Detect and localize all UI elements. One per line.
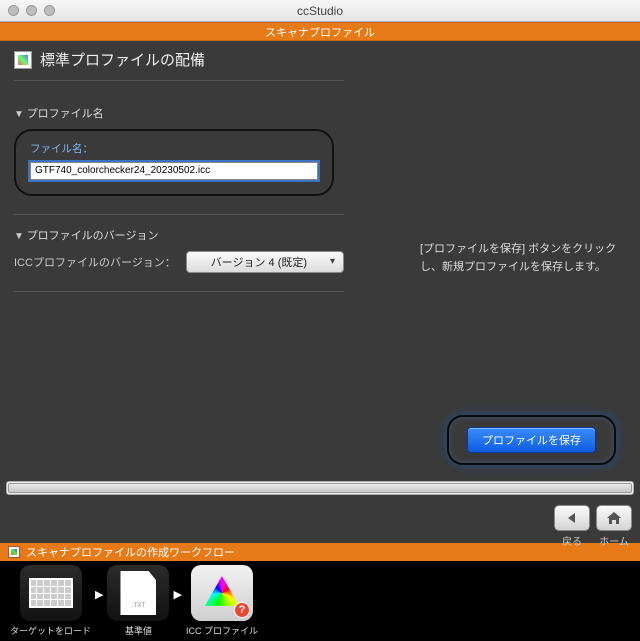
profile-name-group: ファイル名： xyxy=(14,129,334,196)
profile-name-section-header[interactable]: プロファイル名 xyxy=(14,105,344,121)
close-window-button[interactable] xyxy=(8,5,19,16)
zoom-window-button[interactable] xyxy=(44,5,55,16)
scrollbar-thumb[interactable] xyxy=(8,483,632,493)
section-banner: スキャナプロファイル xyxy=(0,22,640,41)
window-titlebar: ccStudio xyxy=(0,0,640,22)
target-thumb-icon xyxy=(20,565,82,621)
page-title: 標準プロファイルの配備 xyxy=(40,49,205,70)
back-button[interactable] xyxy=(554,505,590,531)
step-label: ICC プロファイル xyxy=(186,624,258,637)
icc-version-selected: バージョン 4 (既定) xyxy=(211,254,307,270)
step-label: ターゲットをロード xyxy=(10,624,91,637)
step-arrow-icon: ▶ xyxy=(173,588,181,601)
traffic-lights xyxy=(8,5,55,16)
step-arrow-icon: ▶ xyxy=(95,588,103,601)
step-label: 基準値 xyxy=(125,624,152,637)
profile-version-section-header[interactable]: プロファイルのバージョン xyxy=(14,227,344,243)
home-icon xyxy=(606,511,622,525)
main-panel: 標準プロファイルの配備 プロファイル名 ファイル名： プロファイルのバージョン … xyxy=(0,41,640,501)
nav-row: 戻る ホーム xyxy=(0,501,640,543)
home-button[interactable] xyxy=(596,505,632,531)
save-hint-text: [プロファイルを保存] ボタンをクリックし、新規プロファイルを保存します。 xyxy=(420,241,620,276)
icc-thumb-icon: ? xyxy=(191,565,253,621)
file-name-input[interactable] xyxy=(30,162,318,180)
divider xyxy=(14,80,344,81)
icc-version-select[interactable]: バージョン 4 (既定) xyxy=(186,251,344,273)
icc-version-label: ICCプロファイルのバージョン： xyxy=(14,254,176,270)
divider xyxy=(14,214,344,215)
workflow-title: スキャナプロファイルの作成ワークフロー xyxy=(26,544,235,560)
app-title: ccStudio xyxy=(297,4,343,18)
workflow-step-icc-profile[interactable]: ? ICC プロファイル xyxy=(186,565,258,637)
reference-thumb-icon: .TXT xyxy=(107,565,169,621)
save-profile-button[interactable]: プロファイルを保存 xyxy=(467,427,596,453)
workflow-step-reference[interactable]: .TXT 基準値 xyxy=(107,565,169,637)
home-label: ホーム xyxy=(599,533,629,548)
workflow-banner: スキャナプロファイルの作成ワークフロー xyxy=(0,543,640,561)
save-button-frame: プロファイルを保存 xyxy=(447,415,616,465)
divider xyxy=(14,291,344,292)
workflow-step-load-target[interactable]: ターゲットをロード xyxy=(10,565,91,637)
file-name-label: ファイル名： xyxy=(30,141,318,156)
minimize-window-button[interactable] xyxy=(26,5,37,16)
horizontal-scrollbar[interactable] xyxy=(6,481,634,495)
workflow-strip: ターゲットをロード ▶ .TXT 基準値 ▶ ? ICC プロファイル xyxy=(0,561,640,641)
workflow-icon xyxy=(8,546,20,558)
triangle-left-icon xyxy=(565,512,579,524)
profile-page-icon xyxy=(14,51,32,69)
help-badge-icon: ? xyxy=(234,602,250,618)
back-label: 戻る xyxy=(562,533,582,548)
